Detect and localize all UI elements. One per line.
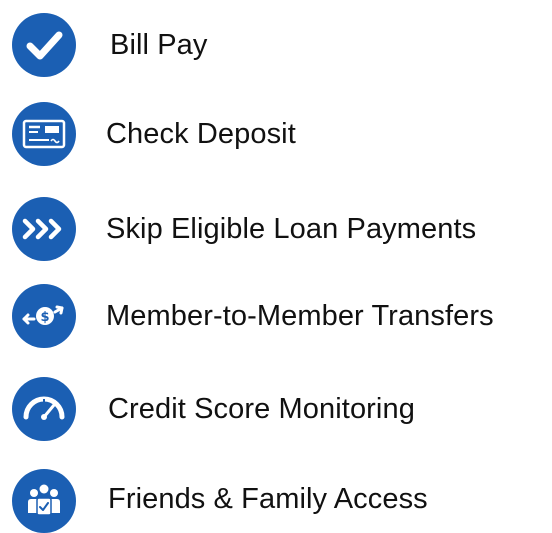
svg-text:$: $ (40, 310, 49, 325)
feature-label: Bill Pay (110, 29, 208, 61)
feature-item-skip-loan-payments[interactable]: Skip Eligible Loan Payments (0, 197, 552, 263)
checkmark-icon (12, 13, 76, 77)
feature-label: Credit Score Monitoring (108, 393, 415, 425)
family-access-icon (12, 469, 76, 533)
feature-label: Member-to-Member Transfers (106, 300, 494, 332)
triple-chevron-right-icon (12, 197, 76, 261)
feature-item-family-access[interactable]: Friends & Family Access (0, 469, 552, 533)
feature-item-bill-pay[interactable]: Bill Pay (0, 13, 552, 79)
feature-item-credit-score[interactable]: Credit Score Monitoring (0, 377, 552, 443)
feature-item-check-deposit[interactable]: Check Deposit (0, 102, 552, 168)
feature-label: Friends & Family Access (108, 483, 428, 515)
feature-label: Skip Eligible Loan Payments (106, 213, 477, 245)
feature-list: Bill Pay Check Deposit Skip Eligible Loa… (0, 0, 552, 533)
check-document-icon (12, 102, 76, 166)
dollar-transfer-icon: $ (12, 284, 76, 348)
feature-label: Check Deposit (106, 118, 296, 150)
feature-item-member-transfers[interactable]: $ Member-to-Member Transfers (0, 284, 552, 350)
gauge-icon (12, 377, 76, 441)
